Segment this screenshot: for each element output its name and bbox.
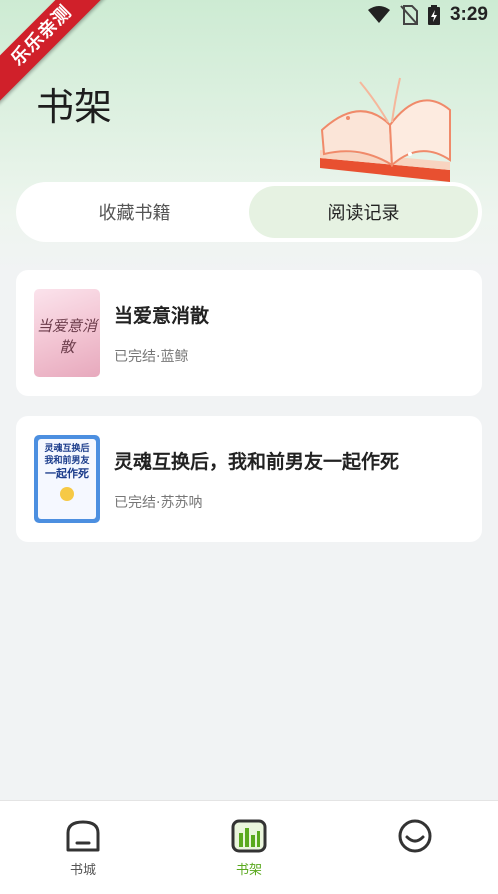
open-book-illustration bbox=[320, 77, 451, 182]
battery-charging-icon bbox=[427, 5, 440, 25]
tab-favorites[interactable]: 收藏书籍 bbox=[20, 186, 249, 238]
emoji-icon bbox=[60, 487, 74, 501]
profile-smile-icon bbox=[398, 819, 432, 853]
nav-bookstore-label: 书城 bbox=[69, 863, 96, 878]
book-info: 当爱意消散 已完结·蓝鲸 bbox=[114, 301, 209, 366]
cover-line: 我和前男友 bbox=[44, 456, 90, 466]
bookshelf-icon bbox=[231, 819, 267, 853]
nav-profile[interactable] bbox=[332, 801, 498, 894]
tab-reading-history[interactable]: 阅读记录 bbox=[249, 186, 478, 238]
book-cover: 灵魂互换后 我和前男友 一起作死 bbox=[34, 435, 100, 523]
nav-bookshelf[interactable]: 书架 bbox=[166, 801, 332, 894]
cover-line: 灵魂互换后 bbox=[44, 444, 90, 454]
book-list: 当爱意消散 当爱意消散 已完结·蓝鲸 灵魂互换后 我和前男友 一起作死 灵魂互换… bbox=[16, 270, 482, 562]
book-meta: 已完结·苏苏呐 bbox=[114, 494, 203, 511]
list-item[interactable]: 灵魂互换后 我和前男友 一起作死 灵魂互换后，我和前男友一起作死 已完结·苏苏呐 bbox=[16, 416, 482, 542]
list-item[interactable]: 当爱意消散 当爱意消散 已完结·蓝鲸 bbox=[16, 270, 482, 396]
wifi-icon bbox=[367, 6, 390, 23]
bookstore-icon bbox=[66, 820, 100, 852]
book-cover: 当爱意消散 bbox=[34, 289, 100, 377]
nav-bookshelf-label: 书架 bbox=[235, 863, 262, 878]
cover-title: 当爱意消散 bbox=[36, 317, 97, 356]
page-title: 书架 bbox=[36, 85, 113, 129]
bottom-nav: 书城 书架 bbox=[0, 800, 498, 894]
shelf-tabs: 收藏书籍 阅读记录 bbox=[16, 182, 482, 242]
book-info: 灵魂互换后，我和前男友一起作死 已完结·苏苏呐 bbox=[114, 447, 399, 512]
no-sim-icon bbox=[400, 5, 418, 25]
nav-bookstore[interactable]: 书城 bbox=[0, 801, 166, 894]
cover-line: 一起作死 bbox=[45, 467, 89, 480]
book-title: 灵魂互换后，我和前男友一起作死 bbox=[114, 450, 400, 473]
status-time: 3:29 bbox=[449, 4, 488, 25]
book-meta: 已完结·蓝鲸 bbox=[114, 348, 189, 365]
book-title: 当爱意消散 bbox=[114, 304, 210, 327]
